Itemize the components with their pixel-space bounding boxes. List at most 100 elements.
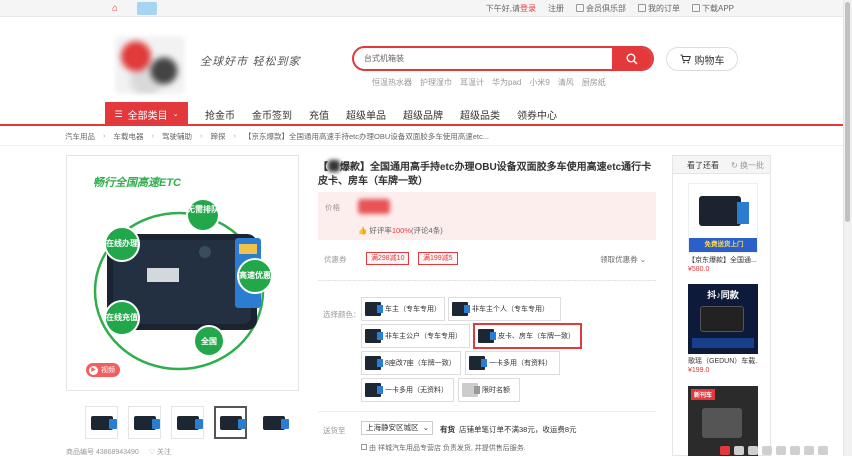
scrollbar-thumb[interactable] bbox=[845, 2, 850, 222]
coupon-tag[interactable]: 满199减5 bbox=[418, 252, 458, 265]
hotword-link[interactable]: 华为pad bbox=[492, 77, 521, 88]
nav-item[interactable]: 超级单品 bbox=[346, 107, 386, 122]
shortcut-icon[interactable] bbox=[748, 446, 758, 455]
nav-item[interactable]: 领券中心 bbox=[517, 107, 557, 122]
chevron-down-icon: ⌄ bbox=[422, 423, 429, 432]
option-pickup-rv-selected[interactable]: 皮卡、房车（车牌一致） bbox=[473, 323, 582, 349]
get-coupon-link[interactable]: 领取优惠券 ⌄ bbox=[600, 254, 646, 265]
heart-icon: ♡ bbox=[148, 449, 156, 456]
promo-banner: 免费送货上门 bbox=[689, 238, 757, 252]
register-link[interactable]: 注册 bbox=[548, 3, 564, 14]
breadcrumb-item[interactable]: 汽车用品 bbox=[65, 131, 95, 142]
search-input[interactable] bbox=[364, 51, 609, 66]
option-owner[interactable]: 车主（专车专用） bbox=[361, 297, 445, 321]
shortcut-icon[interactable] bbox=[790, 446, 800, 455]
recommended-caption: 【京东爆款】全国通... bbox=[688, 257, 757, 264]
thumbnail[interactable] bbox=[128, 406, 161, 439]
main-product-image[interactable]: 畅行全国高速ETC 无需排队 在线办理 高速优惠 在线充值 全国 ▶ 视频 bbox=[66, 155, 299, 391]
location-badge[interactable] bbox=[137, 2, 157, 15]
store-logo[interactable] bbox=[115, 36, 185, 94]
stock-info: 有货 店铺单笔订单不满38元，收运费8元 bbox=[440, 424, 577, 435]
hotword-link[interactable]: 恒温热水器 bbox=[372, 77, 412, 88]
good-rate-value: 100% bbox=[391, 226, 412, 235]
recommended-price: ¥199.0 bbox=[688, 367, 710, 374]
nav-item[interactable]: 超级品牌 bbox=[403, 107, 443, 122]
hotword-link[interactable]: 护理湿巾 bbox=[420, 77, 452, 88]
option-thumb bbox=[469, 356, 487, 370]
home-icon[interactable]: ⌂ bbox=[112, 3, 118, 14]
play-icon: ▶ bbox=[89, 365, 98, 375]
see-also-header: 看了还看 ↻ 换一批 bbox=[673, 156, 770, 174]
thumbnail-strip bbox=[85, 406, 290, 439]
redacted-text bbox=[328, 160, 340, 172]
shortcut-icon[interactable] bbox=[762, 446, 772, 455]
cart-button[interactable]: 购物车 bbox=[666, 47, 738, 71]
thumbnail[interactable] bbox=[257, 406, 290, 439]
option-non-owner-personal[interactable]: 非车主个人（专车专用） bbox=[448, 297, 561, 321]
recommended-caption: 歌瑶（GEDUN）车载... bbox=[688, 358, 758, 365]
thumbs-up-icon: 👍 bbox=[358, 226, 368, 235]
nav-item[interactable]: 充值 bbox=[309, 107, 329, 122]
shortcut-icon[interactable] bbox=[776, 446, 786, 455]
coupon-tag[interactable]: 满298减10 bbox=[366, 252, 410, 265]
refresh-button[interactable]: ↻ 换一批 bbox=[731, 160, 764, 171]
thumbnail-active[interactable] bbox=[214, 406, 247, 439]
chevron-down-icon: ⌄ bbox=[172, 111, 179, 118]
option-multi-no-docs[interactable]: 一卡多用（无资料） bbox=[361, 378, 454, 402]
color-label: 选择颜色： bbox=[323, 310, 361, 319]
greeting-text: 下午好,请 bbox=[485, 4, 520, 13]
option-non-owner-corporate[interactable]: 非车主公户（专车专用） bbox=[361, 324, 470, 348]
shortcut-icon[interactable] bbox=[720, 446, 730, 455]
shortcut-icon[interactable] bbox=[804, 446, 814, 455]
nav-item[interactable]: 抢金币 bbox=[205, 107, 235, 122]
hotword-link[interactable]: 厨房纸 bbox=[582, 77, 606, 88]
slogan: 全球好市 轻松到家 bbox=[200, 55, 301, 68]
hotword-link[interactable]: 清风 bbox=[558, 77, 574, 88]
shortcut-icon[interactable] bbox=[818, 446, 828, 455]
nav-item[interactable]: 金币签到 bbox=[252, 107, 292, 122]
app-link[interactable]: 下载APP bbox=[691, 3, 734, 14]
login-link[interactable]: 登录 bbox=[520, 4, 536, 13]
breadcrumb-item[interactable]: 驾驶辅助 bbox=[162, 131, 192, 142]
orders-link[interactable]: 我的订单 bbox=[637, 3, 680, 14]
all-categories-button[interactable]: ☰ 全部类目 ⌄ bbox=[105, 102, 188, 126]
region-select[interactable]: 上海静安区城区 ⌄ bbox=[361, 421, 433, 435]
recommended-item[interactable]: 抖♪同款 歌瑶（GEDUN）车载... ¥199.0 bbox=[688, 284, 758, 374]
thumbnail[interactable] bbox=[171, 406, 204, 439]
nav-items: 抢金币 金币签到 充值 超级单品 超级品牌 超级品类 领券中心 bbox=[205, 102, 557, 126]
orders-icon bbox=[637, 4, 646, 12]
chevron-right-icon: › bbox=[200, 131, 203, 140]
recommended-item[interactable]: 免费送货上门 【京东爆款】全国通... ¥580.0 bbox=[688, 183, 758, 273]
hotword-link[interactable]: 耳温计 bbox=[460, 77, 484, 88]
chevron-right-icon: › bbox=[233, 131, 237, 140]
chevron-down-icon: ⌄ bbox=[639, 255, 646, 264]
option-thumb bbox=[365, 302, 383, 316]
etc-device-illustration: 畅行全国高速ETC 无需排队 在线办理 高速优惠 在线充值 全国 bbox=[93, 176, 273, 371]
banner-text: 畅行全国高速ETC bbox=[93, 176, 182, 189]
search-button[interactable] bbox=[612, 48, 652, 69]
chevron-right-icon: › bbox=[103, 131, 106, 140]
video-button[interactable]: ▶ 视频 bbox=[86, 363, 120, 377]
service-checkbox[interactable] bbox=[361, 444, 367, 450]
cart-label: 购物车 bbox=[694, 55, 725, 67]
bubble-discount: 高速优惠 bbox=[239, 270, 271, 280]
breadcrumb-item[interactable]: 蹄探 bbox=[211, 131, 226, 142]
thumbnail[interactable] bbox=[85, 406, 118, 439]
vip-link[interactable]: 会员俱乐部 bbox=[575, 3, 626, 14]
nav-item[interactable]: 超级品类 bbox=[460, 107, 500, 122]
promo-banner: 新刊车 bbox=[691, 389, 716, 400]
option-limited-quota[interactable]: 限时名额 bbox=[458, 378, 520, 402]
review-count[interactable]: (评论4条) bbox=[411, 226, 443, 235]
promo-banner: 抖♪同款 bbox=[707, 290, 739, 300]
option-8-to-7-seats[interactable]: 8座改7座（车牌一致） bbox=[361, 351, 461, 375]
bubble-nationwide: 全国 bbox=[200, 336, 217, 346]
option-thumb bbox=[462, 383, 480, 397]
option-multi-with-docs[interactable]: 一卡多用（有资料） bbox=[465, 351, 560, 375]
ship-to-label: 送货至 bbox=[323, 426, 346, 435]
refresh-icon: ↻ bbox=[731, 161, 738, 170]
price-box: 价格 bbox=[318, 192, 656, 221]
shortcut-icon[interactable] bbox=[734, 446, 744, 455]
hotword-link[interactable]: 小米9 bbox=[529, 77, 549, 88]
breadcrumb-item[interactable]: 车载电器 bbox=[114, 131, 144, 142]
product-title: 【爆款】全国通用高手持etc办理OBU设备双面胶多车使用高速etc通行卡皮卡、房… bbox=[318, 160, 652, 187]
